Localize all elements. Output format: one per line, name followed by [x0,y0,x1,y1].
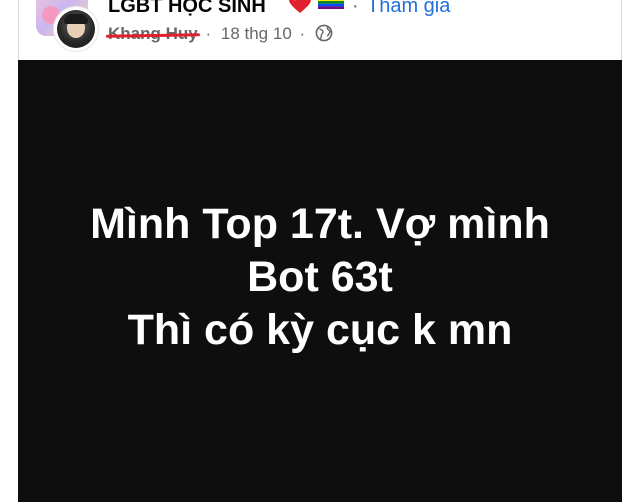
post-meta: Khang Huy · 18 thg 10 · [105,23,333,45]
post-text-line: Mình Top 17t. Vợ mình [90,200,550,248]
globe-icon[interactable] [315,24,333,42]
red-heart-icon [289,0,311,13]
user-avatar-hair [64,14,88,24]
group-name-link[interactable]: LGBT HỌC SINH [108,0,266,18]
author-name-link[interactable]: Khang Huy [105,23,200,45]
join-group-button[interactable]: Tham gia [367,0,450,18]
meta-separator: · [205,24,212,43]
join-separator: · [352,0,359,17]
post-header: LGBT HỌC SINH · Tham gia Khang Huy · 18 … [0,0,640,60]
avatar-stack [34,0,100,56]
post-content-card[interactable]: Mình Top 17t. Vợ mình Bot 63t Thì có kỳ … [18,60,622,502]
post-text-line: Thì có kỳ cục k mn [127,306,513,354]
group-name-emojis [288,0,345,16]
user-avatar[interactable] [54,7,98,51]
post-text-line: Bot 63t [247,253,393,301]
rainbow-flag-icon [318,0,345,9]
post-timestamp[interactable]: 18 thg 10 [221,24,292,43]
meta-separator: · [299,24,306,43]
post-text: Mình Top 17t. Vợ mình Bot 63t Thì có kỳ … [18,198,622,357]
